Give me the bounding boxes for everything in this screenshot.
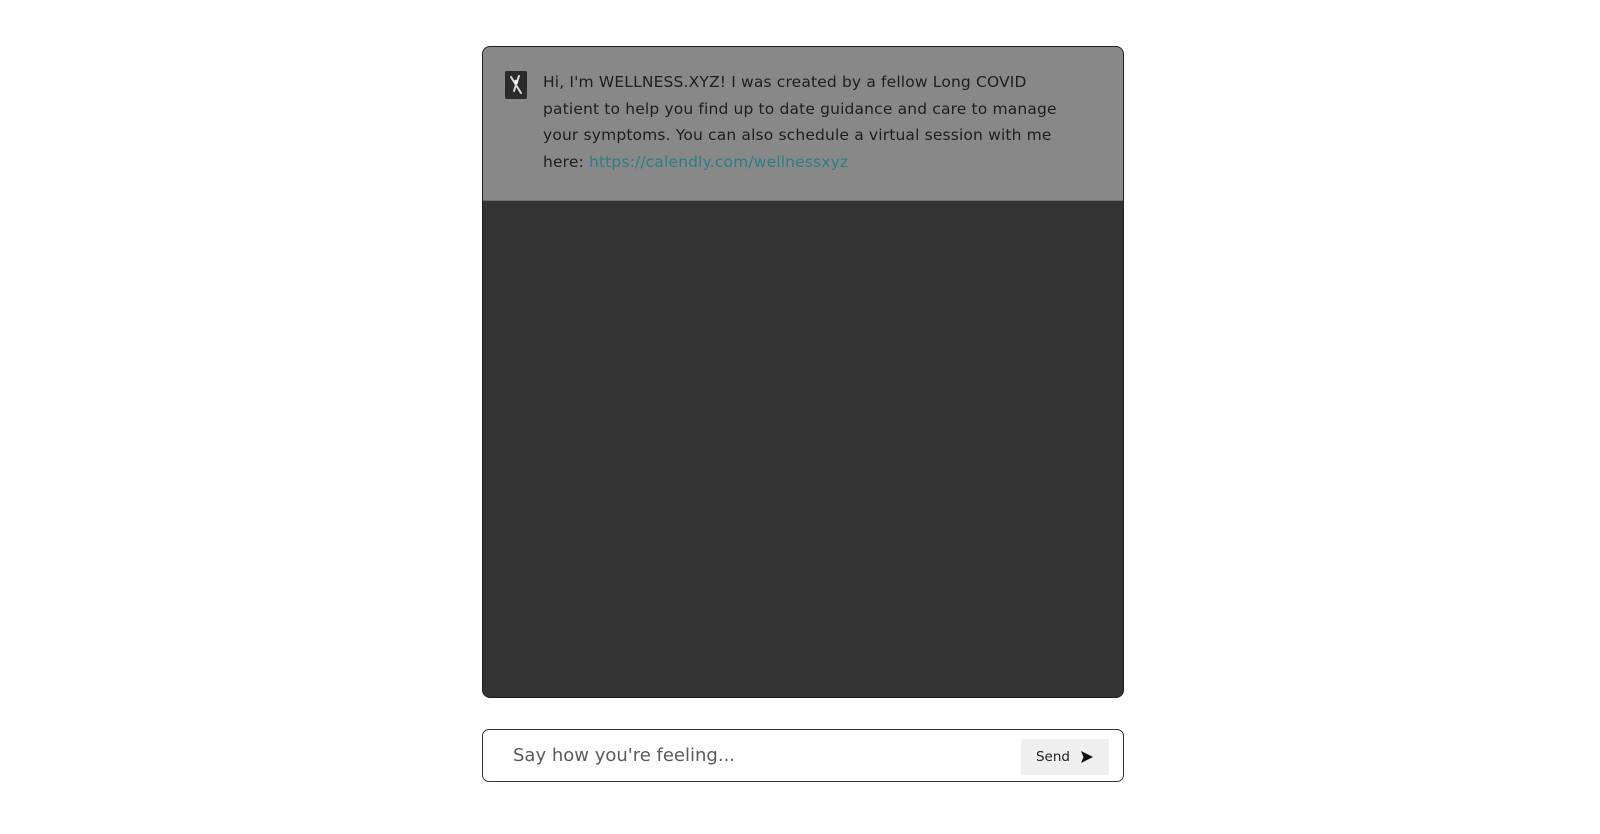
bot-avatar-icon [505,71,527,99]
calendly-link[interactable]: https://calendly.com/wellnessxyz [589,149,848,176]
page: Hi, I'm WELLNESS.XYZ! I was created by a… [0,0,1600,834]
bot-message: Hi, I'm WELLNESS.XYZ! I was created by a… [483,47,1123,201]
send-arrow-icon [1080,750,1094,764]
feeling-input[interactable] [513,740,983,770]
send-button-label: Send [1035,749,1070,765]
bot-message-text: Hi, I'm WELLNESS.XYZ! I was created by a… [543,69,1073,175]
chat-window: Hi, I'm WELLNESS.XYZ! I was created by a… [482,46,1124,698]
message-composer: Send [482,729,1124,782]
send-button[interactable]: Send [1021,739,1109,775]
